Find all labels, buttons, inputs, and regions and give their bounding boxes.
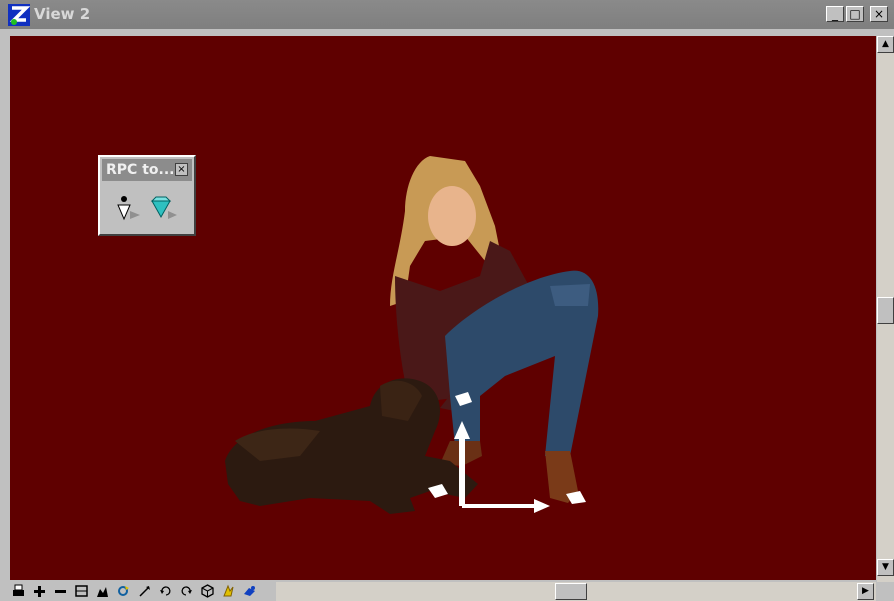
scroll-down-button[interactable]: ▼ [877,559,894,576]
title-bar[interactable]: View 2 _ □ × [0,0,894,29]
rpc-toolbox-close-button[interactable]: × [175,163,188,176]
vertical-scrollbar[interactable]: ▲ ▼ [877,36,894,582]
rpc-toolbox[interactable]: RPC to... × [98,155,196,236]
camera-icon[interactable] [243,584,256,598]
pan-view-icon[interactable] [138,584,151,598]
app-logo-icon [8,4,30,26]
undo-view-icon[interactable] [159,584,172,598]
place-rpc-icon[interactable] [112,193,142,223]
render-icon[interactable] [222,584,235,598]
minimize-button[interactable]: _ [826,6,844,22]
redo-view-icon[interactable] [180,584,193,598]
rotate-view-icon[interactable] [117,584,130,598]
fit-view-icon[interactable] [96,584,109,598]
edit-rpc-icon[interactable] [148,193,178,223]
render-scene [225,156,599,514]
scroll-right-button[interactable]: ▶ [857,583,874,600]
vertical-scroll-thumb[interactable] [877,297,894,324]
print-icon[interactable] [12,584,25,598]
view-previous-icon[interactable] [201,584,214,598]
maximize-button[interactable]: □ [846,6,864,22]
zoom-out-icon[interactable] [54,584,67,598]
close-button[interactable]: × [870,6,888,22]
zoom-in-icon[interactable] [33,584,46,598]
horizontal-scroll-thumb[interactable] [555,583,587,600]
scroll-up-button[interactable]: ▲ [877,36,894,53]
window-area-icon[interactable] [75,584,88,598]
horizontal-scrollbar[interactable]: ▶ [276,582,876,601]
window-title: View 2 [34,5,91,23]
view-canvas[interactable] [10,36,876,580]
